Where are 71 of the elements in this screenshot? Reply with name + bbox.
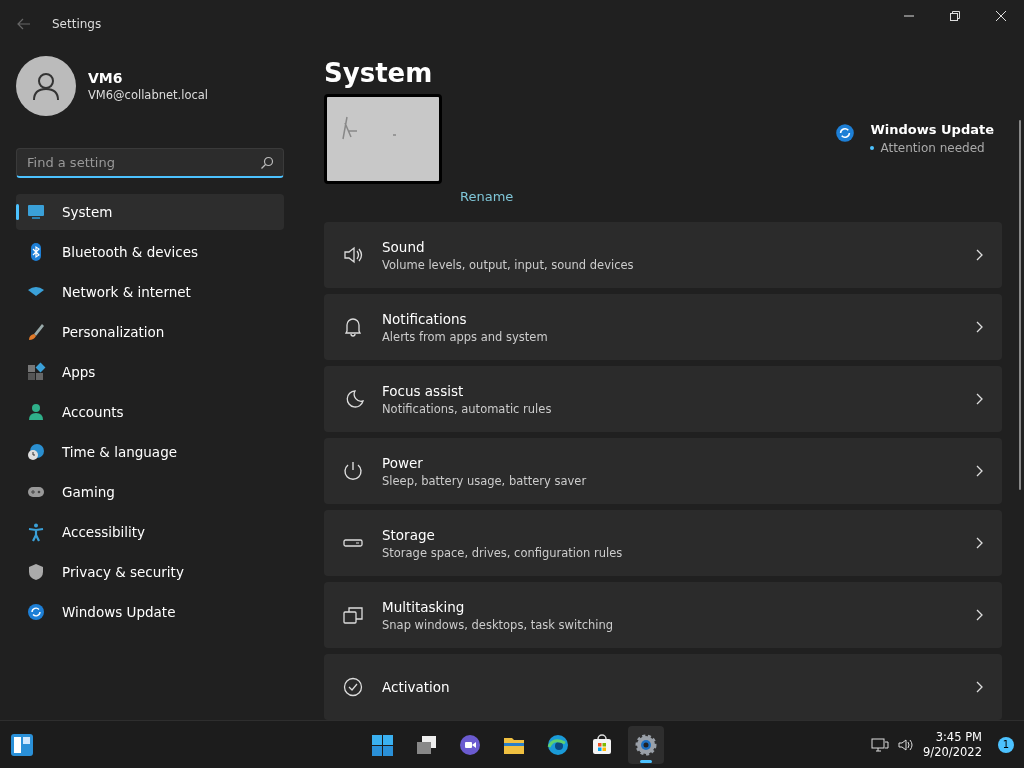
chevron-icon [974,321,984,333]
row-description: Volume levels, output, input, sound devices [382,257,635,272]
restore-icon [950,11,960,21]
update-title: Windows Update [870,122,994,137]
chevron-icon [974,537,984,549]
power-icon [342,460,364,482]
window-title: Settings [52,17,102,31]
settings-row[interactable]: Focus assist Notifications, automatic rules [324,366,1002,432]
speaker-icon [342,244,364,266]
avatar-icon [16,56,76,116]
sidebar-item[interactable]: Gaming [16,474,284,510]
gear-icon[interactable] [628,725,664,764]
accessibility-icon [26,522,46,542]
search-icon [260,156,274,170]
clock[interactable]: 3:45 PM 9/20/2022 [923,729,982,760]
row-title: Multitasking [382,598,466,615]
row-title: Focus assist [382,382,465,399]
check-circle-icon [342,676,364,698]
monitor-icon [26,202,46,222]
settings-row[interactable]: Sound Volume levels, output, input, sound devices [324,222,1002,288]
chevron-icon [974,393,984,405]
sidebar-item[interactable]: Network & internet [16,274,284,310]
sidebar-item[interactable]: Windows Update [16,594,284,630]
row-title: Storage [382,526,436,543]
row-description: Sleep, battery usage, battery saver [382,473,588,488]
bell-icon [342,316,364,338]
settings-row[interactable]: Storage Storage space, drives, configuration rules [324,510,1002,576]
settings-row[interactable]: Notifications Alerts from apps and system [324,294,1002,360]
row-description: Alerts from apps and system [382,329,549,344]
row-title: Notifications [382,310,468,327]
sidebar-item[interactable]: Time & language [16,434,284,470]
person-icon [26,402,46,422]
sidebar-item[interactable]: System [16,194,284,230]
account-name: VM6 [88,70,124,86]
settings-row[interactable]: Activation [324,654,1002,720]
sidebar-item[interactable]: Personalization [16,314,284,350]
rename-link[interactable]: Rename [460,189,514,204]
globe-clock-icon [26,442,46,462]
chevron-icon [974,609,984,621]
update-status: Attention needed [880,141,985,155]
row-title: Sound [382,238,426,255]
chevron-icon [974,681,984,693]
row-title: Activation [382,679,451,695]
notification-badge[interactable]: 1 [998,736,1014,753]
sidebar-item[interactable]: Accounts [16,394,284,430]
sidebar-item[interactable]: Bluetooth & devices [16,234,284,270]
sidebar-item[interactable]: Accessibility [16,514,284,550]
page-title: System [324,58,434,90]
row-description: Storage space, drives, configuration rules [382,545,624,560]
row-description: Notifications, automatic rules [382,401,553,416]
settings-row[interactable]: Power Sleep, battery usage, battery saver [324,438,1002,504]
account-email: VM6@collabnet.local [88,88,209,102]
apps-icon [26,362,46,382]
widgets-icon[interactable] [10,732,34,757]
row-description: Snap windows, desktops, task switching [382,617,615,632]
network-icon[interactable] [871,735,890,754]
back-arrow-icon[interactable] [16,16,32,32]
sync-icon [26,602,46,622]
chevron-icon [974,465,984,477]
sidebar-item[interactable]: Apps [16,354,284,390]
brush-icon [26,322,46,342]
shield-icon [26,562,46,582]
row-title: Power [382,454,424,471]
scrollbar[interactable] [1019,120,1021,490]
sync-icon [834,122,857,144]
sidebar-item[interactable]: Privacy & security [16,554,284,590]
chevron-icon [974,249,984,261]
settings-row[interactable]: Multitasking Snap windows, desktops, task switching [324,582,1002,648]
search-field[interactable]: Find a setting [16,148,284,178]
windows-stack-icon [342,604,364,626]
close-icon [996,11,1006,21]
